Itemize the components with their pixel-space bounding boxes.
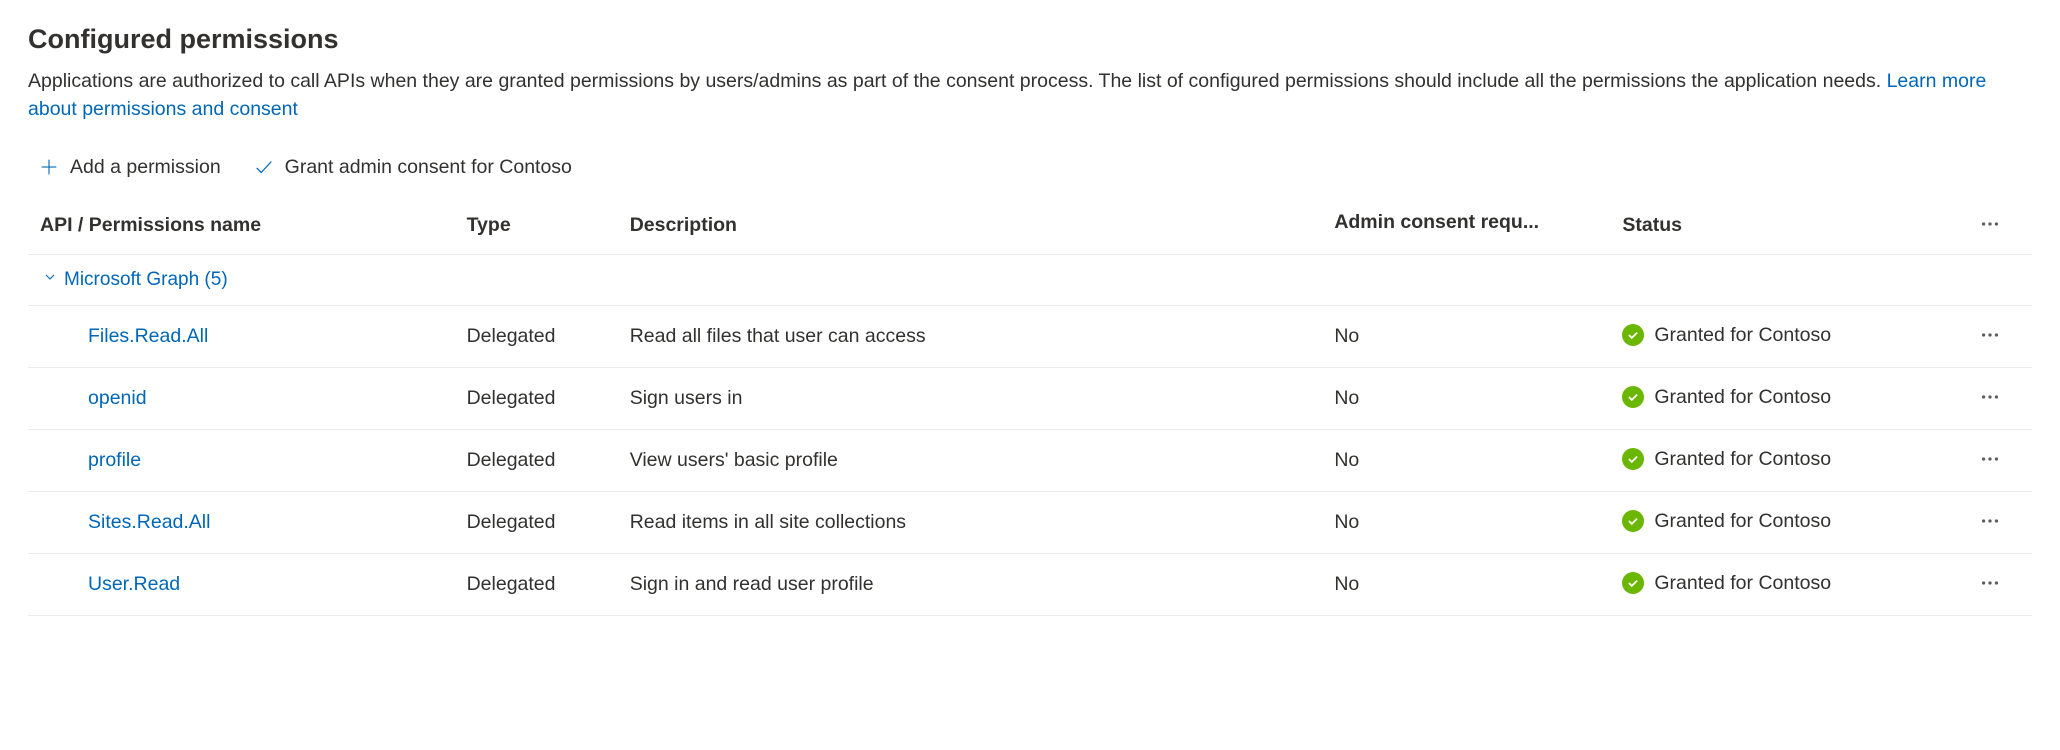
table-row: User.Read Delegated Sign in and read use… [28,553,2032,615]
status-badge: Granted for Contoso [1622,324,1831,347]
col-header-name[interactable]: API / Permissions name [28,197,459,255]
granted-check-icon [1622,572,1644,594]
page-title: Configured permissions [28,24,2032,55]
col-header-status[interactable]: Status [1614,197,1966,255]
col-header-type[interactable]: Type [459,197,622,255]
more-icon [1979,324,2001,349]
more-icon [1979,510,2001,535]
granted-check-icon [1622,510,1644,532]
status-badge: Granted for Contoso [1622,510,1831,533]
add-permission-label: Add a permission [70,156,221,179]
permission-name-link[interactable]: Files.Read.All [88,325,208,347]
permission-description: Sign in and read user profile [622,553,1327,615]
table-row: Files.Read.All Delegated Read all files … [28,305,2032,367]
status-text: Granted for Contoso [1654,510,1831,533]
table-header-row: API / Permissions name Type Description … [28,197,2032,255]
description-text: Applications are authorized to call APIs… [28,70,1887,92]
row-more-button[interactable] [1975,568,2005,601]
permission-description: Read items in all site collections [622,491,1327,553]
toolbar: Add a permission Grant admin consent for… [28,152,2032,197]
status-badge: Granted for Contoso [1622,572,1831,595]
more-icon [1979,213,2001,238]
api-group-label: Microsoft Graph (5) [64,269,228,291]
permission-type: Delegated [459,491,622,553]
permission-admin-consent: No [1326,491,1614,553]
permission-type: Delegated [459,553,622,615]
permission-admin-consent: No [1326,305,1614,367]
row-more-button[interactable] [1975,506,2005,539]
granted-check-icon [1622,386,1644,408]
col-header-description[interactable]: Description [622,197,1327,255]
granted-check-icon [1622,324,1644,346]
header-more-button[interactable] [1975,209,2005,242]
permission-type: Delegated [459,367,622,429]
row-more-button[interactable] [1975,444,2005,477]
permission-type: Delegated [459,305,622,367]
row-more-button[interactable] [1975,320,2005,353]
permission-name-link[interactable]: User.Read [88,573,180,595]
permission-admin-consent: No [1326,367,1614,429]
status-badge: Granted for Contoso [1622,448,1831,471]
status-text: Granted for Contoso [1654,324,1831,347]
permission-description: Read all files that user can access [622,305,1327,367]
api-group-toggle[interactable]: Microsoft Graph (5) [42,269,228,291]
permission-description: View users' basic profile [622,429,1327,491]
grant-consent-button[interactable]: Grant admin consent for Contoso [251,152,574,183]
plus-icon [38,156,60,178]
col-header-consent[interactable]: Admin consent requ... [1326,197,1614,255]
permissions-table: API / Permissions name Type Description … [28,197,2032,616]
grant-consent-label: Grant admin consent for Contoso [285,156,572,179]
more-icon [1979,448,2001,473]
granted-check-icon [1622,448,1644,470]
api-group-row: Microsoft Graph (5) [28,254,2032,305]
permission-name-link[interactable]: profile [88,449,141,471]
add-permission-button[interactable]: Add a permission [36,152,223,183]
status-text: Granted for Contoso [1654,448,1831,471]
permission-name-link[interactable]: openid [88,387,147,409]
more-icon [1979,572,2001,597]
check-icon [253,156,275,178]
permission-type: Delegated [459,429,622,491]
status-text: Granted for Contoso [1654,386,1831,409]
permission-admin-consent: No [1326,553,1614,615]
table-row: Sites.Read.All Delegated Read items in a… [28,491,2032,553]
col-header-actions [1967,197,2032,255]
row-more-button[interactable] [1975,382,2005,415]
permission-description: Sign users in [622,367,1327,429]
permission-admin-consent: No [1326,429,1614,491]
page-description: Applications are authorized to call APIs… [28,67,2028,124]
table-row: profile Delegated View users' basic prof… [28,429,2032,491]
table-row: openid Delegated Sign users in No Grante… [28,367,2032,429]
permission-name-link[interactable]: Sites.Read.All [88,511,210,533]
status-badge: Granted for Contoso [1622,386,1831,409]
chevron-down-icon [42,269,58,291]
more-icon [1979,386,2001,411]
status-text: Granted for Contoso [1654,572,1831,595]
